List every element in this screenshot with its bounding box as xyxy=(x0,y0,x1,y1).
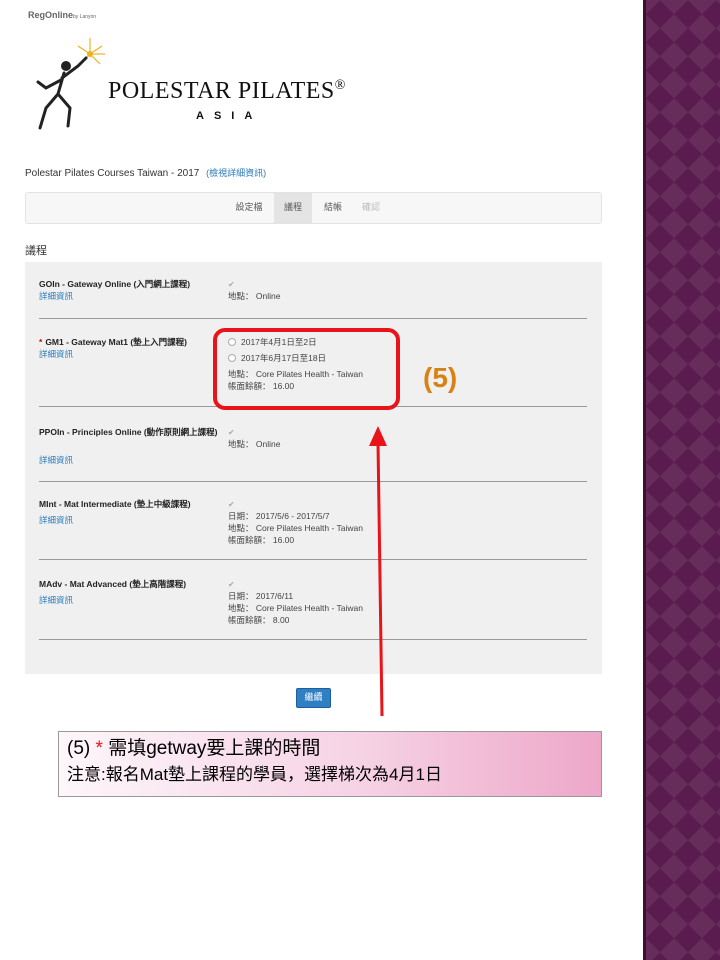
session-location: 地點： Online xyxy=(228,291,281,301)
annotation-arrow-icon xyxy=(369,426,387,717)
session-location: 地點： Online xyxy=(228,439,281,449)
session-row: MAdv - Mat Advanced (墊上高階課程) 詳細資訊 ✔ 日期： … xyxy=(39,578,587,640)
regonline-brand: RegOnlineby Lanyon xyxy=(28,10,97,20)
session-balance: 帳面餘額： 16.00 xyxy=(228,535,295,545)
session-info: ✔ 地點： Online xyxy=(228,426,280,450)
annotation-highlight-box xyxy=(213,328,400,410)
event-header: Polestar Pilates Courses Taiwan - 2017 (… xyxy=(25,166,266,179)
logo-subtitle: ASIA xyxy=(196,110,263,122)
continue-button[interactable]: 繼續 xyxy=(296,688,331,708)
session-row: PPOIn - Principles Online (動作原則網上課程) 詳細資… xyxy=(39,426,587,482)
session-date: 日期： 2017/6/11 xyxy=(228,591,294,601)
checkbox-checked-icon[interactable]: ✔ xyxy=(228,501,236,509)
decorative-side-strip xyxy=(643,0,720,960)
checkbox-checked-icon[interactable]: ✔ xyxy=(228,581,236,589)
session-name: GOIn - Gateway Online (入門網上課程) xyxy=(39,279,191,289)
registration-steps-tabs: 設定檔 議程 結帳 確認 xyxy=(25,192,602,224)
session-info: ✔ 日期： 2017/6/11 地點： Core Pilates Health … xyxy=(228,578,363,626)
session-date: 日期： 2017/5/6 - 2017/5/7 xyxy=(228,511,330,521)
annotation-note: (5) * 需填getway要上課的時間 注意:報名Mat墊上課程的學員，選擇梯… xyxy=(58,731,602,797)
tab-checkout[interactable]: 結帳 xyxy=(316,193,350,223)
session-details-link[interactable]: 詳細資訊 xyxy=(39,348,73,360)
runner-star-logo-icon xyxy=(36,38,105,130)
session-details-link[interactable]: 詳細資訊 xyxy=(39,594,73,606)
tab-profile[interactable]: 設定檔 xyxy=(226,193,272,223)
session-row: GOIn - Gateway Online (入門網上課程) 詳細資訊 ✔ 地點… xyxy=(39,278,587,319)
tab-agenda[interactable]: 議程 xyxy=(274,193,312,223)
required-mark: * xyxy=(39,337,43,347)
session-location: 地點： Core Pilates Health - Taiwan xyxy=(228,523,363,533)
session-row: MInt - Mat Intermediate (墊上中級課程) 詳細資訊 ✔ … xyxy=(39,498,587,560)
session-location: 地點： Core Pilates Health - Taiwan xyxy=(228,603,363,613)
note-line-2: 注意:報名Mat墊上課程的學員，選擇梯次為4月1日 xyxy=(67,765,442,784)
session-info: ✔ 地點： Online xyxy=(228,278,280,302)
session-balance: 帳面餘額： 8.00 xyxy=(228,615,290,625)
session-name: MInt - Mat Intermediate (墊上中級課程) xyxy=(39,499,191,509)
session-details-link[interactable]: 詳細資訊 xyxy=(39,290,73,302)
logo-title: POLESTAR PILATES® xyxy=(108,78,346,104)
session-details-link[interactable]: 詳細資訊 xyxy=(39,514,73,526)
agenda-panel: GOIn - Gateway Online (入門網上課程) 詳細資訊 ✔ 地點… xyxy=(25,262,602,674)
checkbox-checked-icon[interactable]: ✔ xyxy=(228,281,236,289)
event-details-link[interactable]: (檢視詳細資訊) xyxy=(206,168,266,178)
session-name: MAdv - Mat Advanced (墊上高階課程) xyxy=(39,579,187,589)
polestar-logo: POLESTAR PILATES® ASIA xyxy=(28,36,368,136)
session-name: * GM1 - Gateway Mat1 (墊上入門課程) xyxy=(39,337,187,347)
checkbox-checked-icon[interactable]: ✔ xyxy=(228,429,236,437)
annotation-label: (5) xyxy=(423,362,458,393)
session-details-link[interactable]: 詳細資訊 xyxy=(39,454,73,466)
session-name: PPOIn - Principles Online (動作原則網上課程) xyxy=(39,427,218,437)
session-info: ✔ 日期： 2017/5/6 - 2017/5/7 地點： Core Pilat… xyxy=(228,498,363,546)
tab-confirm: 確認 xyxy=(361,203,380,213)
section-title: 議程 xyxy=(25,244,47,257)
event-name: Polestar Pilates Courses Taiwan - 2017 xyxy=(25,168,200,179)
note-line-1: (5) * 需填getway要上課的時間 xyxy=(67,738,321,759)
